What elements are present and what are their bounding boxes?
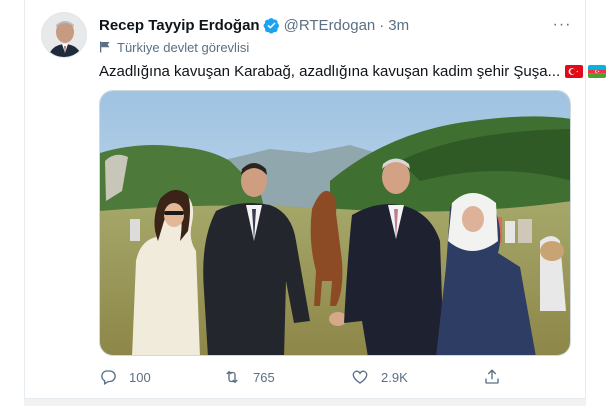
like-button[interactable]: 2.9K (351, 368, 408, 386)
retweet-button[interactable]: 765 (223, 368, 275, 386)
tweet-text-row: Azadlığına kavuşan Karabağ, azadlığına k… (99, 60, 607, 82)
government-label: Türkiye devlet görevlisi (99, 38, 249, 56)
reply-count: 100 (129, 369, 151, 385)
tweet-text: Azadlığına kavuşan Karabağ, azadlığına k… (99, 62, 561, 80)
author-name[interactable]: Recep Tayyip Erdoğan (99, 17, 260, 34)
retweet-count: 765 (253, 369, 275, 385)
flag-icon (100, 41, 110, 53)
tweet-timestamp[interactable]: 3m (388, 17, 409, 34)
photo-image (100, 91, 570, 355)
retweet-icon (226, 370, 238, 384)
heart-icon (352, 370, 368, 384)
tweet-header: Recep Tayyip Erdoğan @RTErdogan · 3m ··· (99, 14, 573, 36)
like-count: 2.9K (381, 369, 408, 385)
reply-icon (101, 370, 116, 385)
share-button[interactable] (483, 368, 513, 386)
share-icon (485, 369, 499, 384)
tweet-actions: 100 765 2.9K (99, 366, 519, 388)
verified-badge-icon (263, 17, 279, 34)
tweet-card[interactable]: Recep Tayyip Erdoğan @RTErdogan · 3m ···… (24, 0, 607, 406)
turkey-flag-icon (565, 64, 584, 78)
feed-divider (24, 398, 586, 406)
more-options-icon[interactable]: ··· (551, 14, 573, 36)
azerbaijan-flag-icon (588, 64, 607, 78)
avatar[interactable] (41, 12, 87, 58)
government-label-text: Türkiye devlet görevlisi (117, 39, 250, 55)
tweet-photo[interactable] (99, 90, 571, 356)
reply-button[interactable]: 100 (99, 368, 151, 386)
separator-dot: · (379, 16, 385, 34)
author-handle[interactable]: @RTErdogan (284, 17, 376, 34)
